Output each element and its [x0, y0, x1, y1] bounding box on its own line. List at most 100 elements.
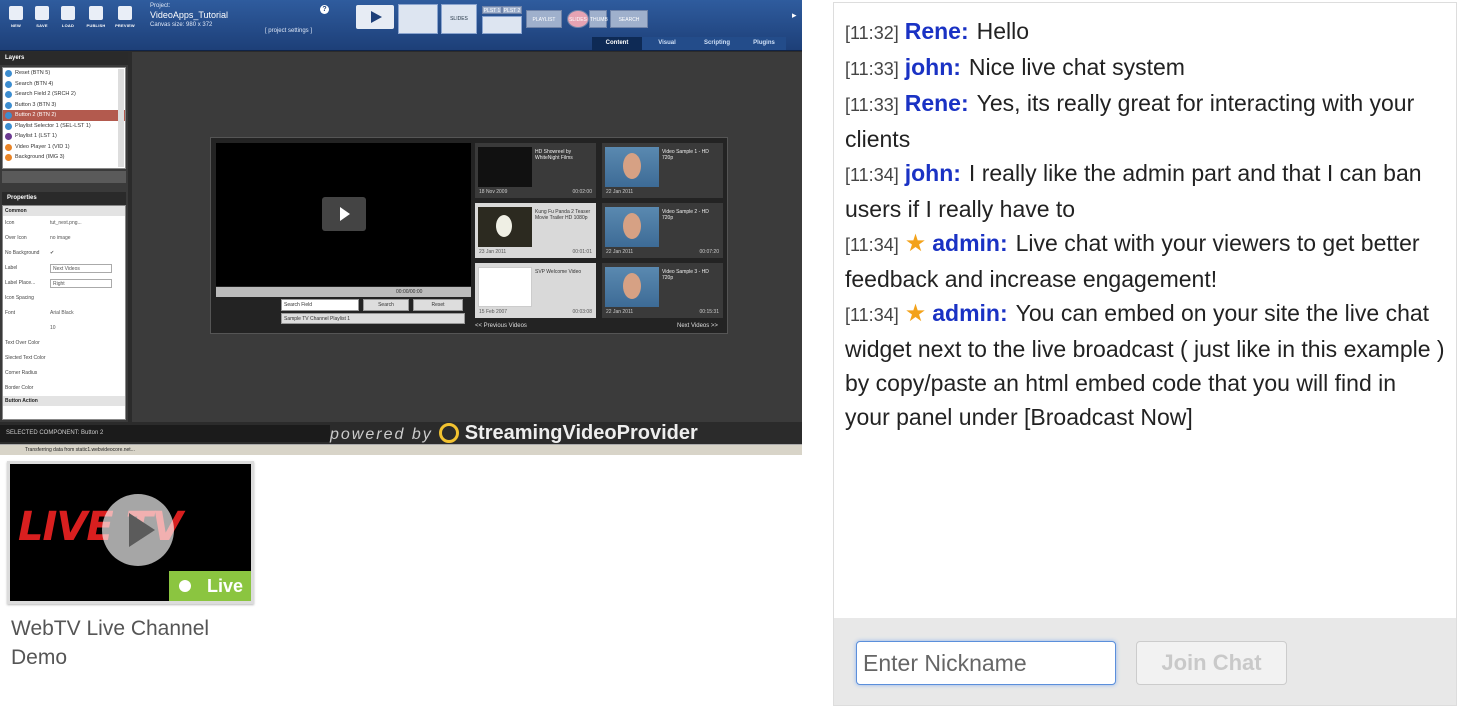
video-area[interactable] — [216, 143, 471, 286]
join-chat-button[interactable]: Join Chat — [1136, 641, 1287, 685]
play-icon[interactable] — [102, 494, 174, 566]
properties-header: Properties — [2, 192, 126, 205]
message-text: Nice live chat system — [968, 54, 1185, 80]
layer-item[interactable]: Playlist 1 (LST 1) — [3, 131, 125, 142]
message-username: Rene: — [904, 90, 969, 116]
message-time: [11:32] — [845, 23, 899, 43]
prop-over-icon: Over Icon no image — [5, 235, 71, 241]
search-field[interactable]: Search Field — [281, 299, 359, 311]
gear-icon — [89, 6, 103, 20]
next-videos-button[interactable]: Next Videos >> — [677, 323, 718, 329]
message-time: [11:33] — [845, 95, 899, 115]
layers-scrollbar[interactable] — [118, 69, 124, 167]
prop-label: Label Next Videos — [3, 261, 125, 276]
help-icon[interactable]: ? — [320, 5, 329, 14]
new-button[interactable]: NEW — [4, 6, 28, 28]
layer-item[interactable]: Search (BTN 4) — [3, 79, 125, 90]
editor-toolbar: NEW SAVE LOAD PUBLISH PREVIEW Project: V… — [0, 0, 802, 51]
chat-message: [11:34] ★ admin: Live chat with your viewer… — [845, 226, 1445, 296]
chat-message: [11:33] john: Nice live chat system — [845, 50, 1445, 86]
plst1-tool[interactable]: PLST 1 — [482, 6, 502, 14]
project-info: Project: VideoApps_Tutorial Canvas size:… — [150, 3, 332, 37]
play-icon[interactable] — [322, 197, 366, 231]
prop-icon-spacing: Icon Spacing — [5, 295, 34, 301]
tab-visual[interactable]: Visual — [642, 37, 692, 50]
font-select[interactable]: Arial Black — [50, 309, 74, 318]
chat-messages: [11:32] Rene: Hello [11:33] john: Nice live c… — [845, 14, 1445, 434]
chat-footer: Join Chat — [834, 618, 1456, 705]
plst2-tool[interactable]: PLST 2 — [502, 6, 522, 14]
video-thumbnail — [478, 267, 532, 307]
layer-item[interactable]: Background (IMG 3) — [3, 152, 125, 163]
layer-tools — [2, 171, 126, 183]
video-thumbnail — [605, 267, 659, 307]
video-item[interactable]: Video Sample 1 - HD 720p 22 Jan 2011 — [602, 143, 723, 198]
message-time: [11:34] — [845, 235, 899, 255]
tab-plugins[interactable]: Plugins — [742, 37, 786, 50]
prop-font-size: 10 — [3, 321, 125, 336]
label-place-select[interactable]: Right — [50, 279, 112, 288]
status-bar: Transferring data from static1.webvideoc… — [0, 444, 802, 455]
video-item[interactable]: SVP Welcome Video 15 Feb 2007 00:03:08 — [475, 263, 596, 318]
message-username: john: — [904, 160, 961, 186]
project-label: Project: — [150, 3, 171, 9]
selected-component: SELECTED COMPONENT: Button 2 — [0, 425, 330, 442]
video-app-preview: 00:00/00:00 Search Field Search Reset Sa… — [210, 137, 728, 334]
thumb-tool[interactable]: THUMB — [589, 10, 608, 28]
project-name: VideoApps_Tutorial — [150, 10, 229, 20]
video-item[interactable]: Video Sample 2 - HD 720p 22 Jan 2011 00:07… — [602, 203, 723, 258]
layers-list: Reset (BTN 5) Search (BTN 4) Search Fiel… — [2, 67, 126, 169]
prop-label-place: Label Place... Right — [3, 276, 125, 291]
preview-icon — [118, 6, 132, 20]
save-button[interactable]: SAVE — [30, 6, 54, 28]
layer-item[interactable]: Button 3 (BTN 3) — [3, 100, 125, 111]
search-tool[interactable]: SEARCH — [610, 10, 648, 28]
channel-title-link[interactable]: WebTV Live Channel Demo — [11, 614, 241, 672]
video-item[interactable]: Video Sample 3 - HD 720p 22 Jan 2011 00:15… — [602, 263, 723, 318]
layer-item[interactable]: Search Field 2 (SRCH 2) — [3, 89, 125, 100]
video-player-tool[interactable] — [356, 5, 394, 29]
prop-icon: Icon tut_next.png... — [5, 220, 82, 226]
channel-thumbnail[interactable]: LIVE TV Live — [7, 461, 254, 604]
message-username: admin: — [932, 230, 1008, 256]
label-input[interactable]: Next Videos — [50, 264, 112, 273]
star-icon: ★ — [904, 230, 927, 257]
playlist-select[interactable]: Sample TV Channel Playlist 1 — [281, 313, 465, 324]
layer-item[interactable]: Playlist Selector 1 (SEL-LST 1) — [3, 121, 125, 132]
properties-panel: Common Icon tut_next.png... Over Icon no i… — [2, 205, 126, 420]
layer-item-selected[interactable]: Button 2 (BTN 2) — [3, 110, 125, 121]
tab-scripting[interactable]: Scripting — [692, 37, 742, 50]
live-badge: Live — [169, 571, 251, 601]
video-item[interactable]: HD Showreel by WhiteNight Films 18 Nov 20… — [475, 143, 596, 198]
slides2-tool[interactable]: SLIDES — [567, 10, 589, 28]
preview-button[interactable]: PREVIEW — [113, 6, 137, 28]
font-size-select[interactable]: 10 — [50, 324, 56, 333]
chat-widget: [11:32] Rene: Hello [11:33] john: Nice live c… — [833, 2, 1457, 706]
publish-button[interactable]: PUBLISH — [84, 6, 108, 28]
layout-tool[interactable] — [398, 4, 438, 34]
layer-item[interactable]: Video Player 1 (VID 1) — [3, 142, 125, 153]
powered-by-logo: powered by StreamingVideoProvider — [330, 422, 698, 444]
playlist-grid-tool[interactable] — [482, 16, 522, 34]
player-controls[interactable]: 00:00/00:00 — [216, 287, 471, 297]
video-thumbnail — [478, 207, 532, 247]
chat-message: [11:34] john: I really like the admin part… — [845, 156, 1445, 226]
project-settings-link[interactable]: [ project settings ] — [265, 28, 312, 34]
section-common: Common — [3, 206, 125, 216]
chevron-right-icon[interactable]: ▸ — [792, 10, 797, 21]
prop-corner-radius: Corner Radius — [5, 370, 38, 376]
reset-button[interactable]: Reset — [413, 299, 463, 311]
layer-item[interactable]: Reset (BTN 5) — [3, 68, 125, 79]
layers-header: Layers — [0, 52, 128, 65]
section-button-action: Button Action — [3, 396, 125, 406]
search-button[interactable]: Search — [363, 299, 409, 311]
previous-videos-button[interactable]: << Previous Videos — [475, 323, 527, 329]
tab-content[interactable]: Content — [592, 37, 642, 50]
video-item[interactable]: Kung Fu Panda 2 Teaser Movie Trailer HD … — [475, 203, 596, 258]
message-time: [11:34] — [845, 165, 899, 185]
slides-tool[interactable]: SLIDES — [441, 4, 477, 34]
nickname-input[interactable] — [856, 641, 1116, 685]
load-button[interactable]: LOAD — [56, 6, 80, 28]
playlist-tool[interactable]: PLAYLIST — [526, 10, 562, 28]
no-background-checkbox[interactable]: ✔ — [50, 249, 54, 258]
